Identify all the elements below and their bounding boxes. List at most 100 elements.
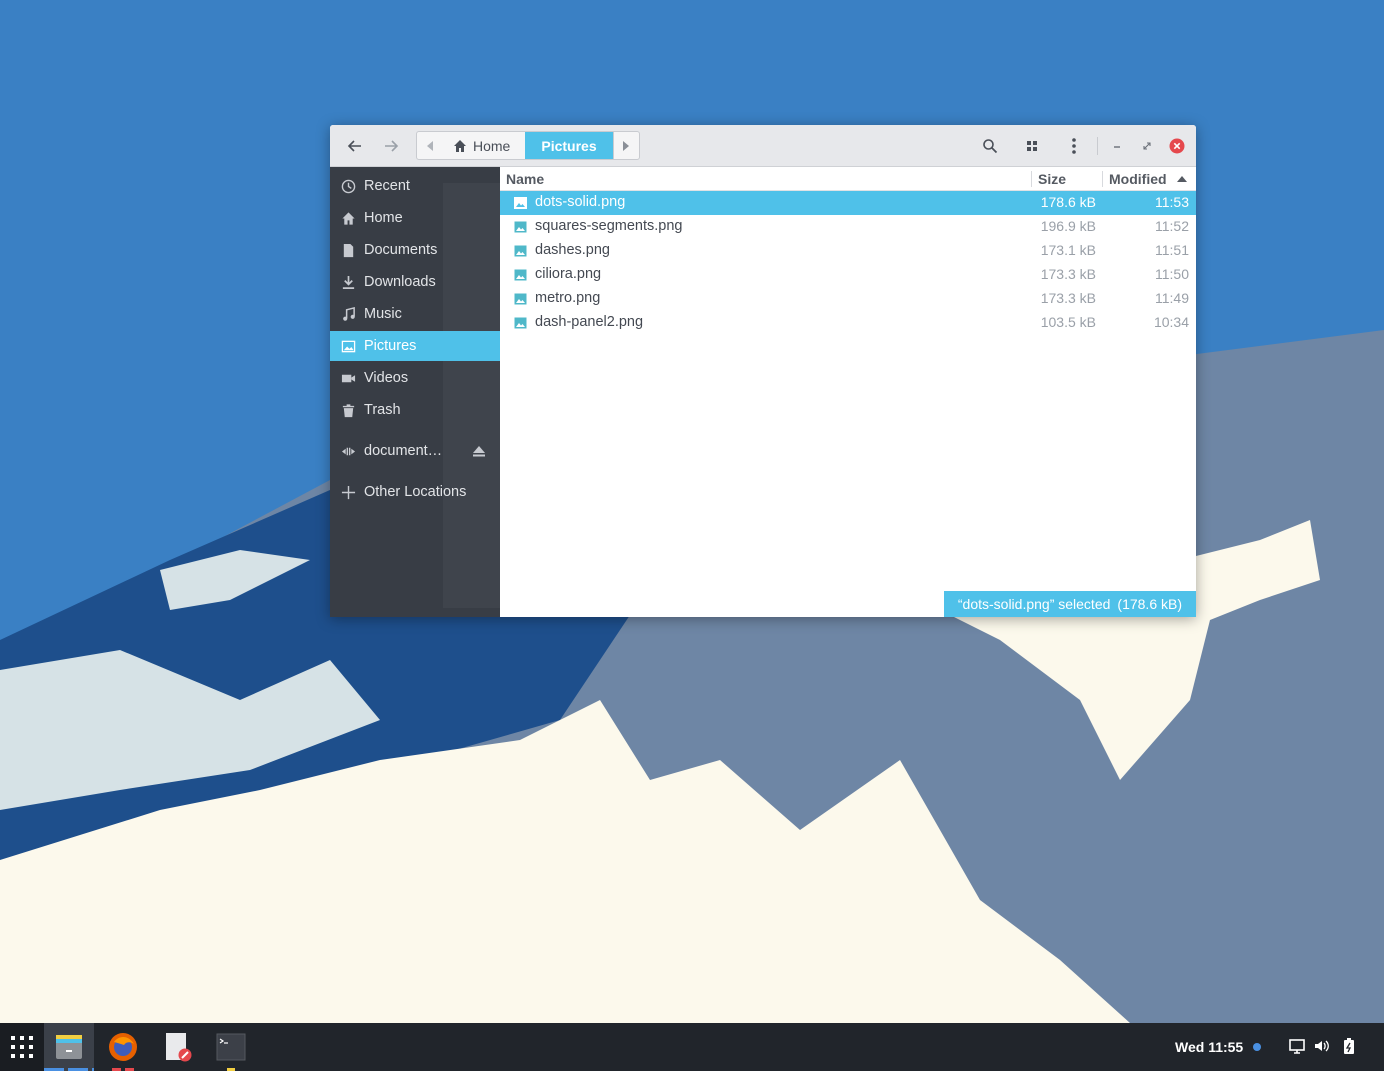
sort-ascending-icon [1177,176,1187,182]
column-header-name[interactable]: Name [506,171,544,187]
battery-icon[interactable] [1340,1037,1358,1055]
app-launcher-button[interactable] [0,1023,44,1071]
file-size: 173.1 kB [1040,242,1096,258]
selection-status-bar: “dots-solid.png” selected (178.6 kB) [943,591,1196,617]
pathbar: Home Pictures [416,131,640,160]
file-size: 196.9 kB [1040,218,1096,234]
network-drive-icon [340,443,356,459]
sidebar-item-recent[interactable]: Recent [330,171,500,201]
file-manager-icon [56,1035,82,1059]
home-icon [340,210,356,226]
path-segment-pictures[interactable]: Pictures [525,132,613,159]
file-row[interactable]: dashes.png 173.1 kB 11:51 [500,239,1196,263]
sidebar-item-other-locations[interactable]: Other Locations [330,477,500,507]
close-button[interactable] [1164,134,1190,158]
file-manager-window: Home Pictures Recent Home Documents Down… [330,125,1196,617]
sidebar-item-videos[interactable]: Videos [330,363,500,393]
file-modified: 11:50 [1155,266,1189,282]
image-file-icon [514,317,527,329]
home-icon [454,139,466,152]
forward-button[interactable] [378,134,404,158]
picture-icon [340,338,356,354]
notification-dot [1253,1043,1261,1051]
sidebar-item-network-document[interactable]: document… [330,436,500,466]
download-icon [340,274,356,290]
column-header-size[interactable]: Size [1038,171,1066,187]
view-toggle-button[interactable] [1019,134,1045,158]
sidebar-item-label: Videos [364,370,409,386]
music-icon [340,306,356,322]
column-separator [1102,171,1103,187]
back-button[interactable] [342,134,368,158]
kebab-menu-icon [1072,138,1076,154]
headerbar-separator [1097,137,1098,155]
file-name: dots-solid.png [535,194,626,210]
caret-right-icon [623,140,630,151]
display-icon[interactable] [1288,1037,1306,1055]
places-sidebar: Recent Home Documents Downloads Music Pi… [330,167,500,617]
file-size: 103.5 kB [1040,314,1096,330]
pathbar-scroll-left[interactable] [417,132,443,159]
menu-button[interactable] [1061,134,1087,158]
arrow-left-icon [347,140,361,152]
caret-left-icon [427,140,433,151]
status-text: “dots-solid.png” selected [957,596,1111,612]
eject-icon[interactable] [472,444,486,458]
sidebar-item-downloads[interactable]: Downloads [330,267,500,297]
minimize-button[interactable] [1104,134,1130,158]
taskbar-app-firefox[interactable] [98,1023,148,1071]
file-row[interactable]: metro.png 173.3 kB 11:49 [500,287,1196,311]
trash-icon [340,402,356,418]
taskbar-app-files[interactable] [44,1023,94,1071]
file-name: ciliora.png [535,266,602,282]
sidebar-item-label: Home [364,210,403,226]
text-editor-icon [166,1033,192,1062]
sidebar-item-documents[interactable]: Documents [330,235,500,265]
taskbar: Wed 11:55 [0,1023,1384,1071]
maximize-button[interactable] [1134,134,1160,158]
taskbar-app-text-editor[interactable] [152,1023,202,1071]
sidebar-item-label: Music [364,306,402,322]
sidebar-item-music[interactable]: Music [330,299,500,329]
file-modified: 11:51 [1155,242,1189,258]
file-list-view: Name Size Modified dots-solid.png 178.6 … [500,167,1196,617]
sidebar-item-label: Documents [364,242,438,258]
apps-grid-icon [11,1036,33,1058]
file-row[interactable]: dots-solid.png 178.6 kB 11:53 [500,191,1196,215]
pathbar-scroll-right[interactable] [612,132,639,159]
file-row[interactable]: squares-segments.png 196.9 kB 11:52 [500,215,1196,239]
sidebar-item-trash[interactable]: Trash [330,395,500,425]
file-row[interactable]: dash-panel2.png 103.5 kB 10:34 [500,311,1196,335]
taskbar-app-terminal[interactable] [206,1023,256,1071]
file-size: 173.3 kB [1040,290,1096,306]
search-button[interactable] [977,134,1003,158]
plus-icon [340,484,356,500]
arrow-right-icon [385,140,399,152]
close-icon [1169,138,1185,154]
path-segment-home[interactable]: Home [443,132,525,159]
sidebar-item-label: Recent [364,178,410,194]
path-segment-label: Home [473,137,511,154]
file-modified: 10:34 [1153,314,1189,330]
sidebar-item-home[interactable]: Home [330,203,500,233]
column-separator [1031,171,1032,187]
sidebar-item-label: document… [364,443,443,459]
clock-icon [340,178,356,194]
file-name: dash-panel2.png [535,314,644,330]
column-header-modified[interactable]: Modified [1109,171,1167,187]
path-segment-label: Pictures [541,137,597,154]
image-file-icon [514,245,527,257]
file-row[interactable]: ciliora.png 173.3 kB 11:50 [500,263,1196,287]
file-size: 178.6 kB [1040,194,1096,210]
grid-icon [1027,141,1037,151]
image-file-icon [514,197,527,209]
file-name: metro.png [535,290,601,306]
file-modified: 11:53 [1155,194,1189,210]
clock[interactable]: Wed 11:55 [1175,1039,1243,1055]
volume-icon[interactable] [1313,1037,1331,1055]
maximize-icon [1143,142,1151,150]
search-icon [983,139,998,154]
sidebar-item-pictures[interactable]: Pictures [330,331,500,361]
headerbar: Home Pictures [330,125,1196,167]
image-file-icon [514,269,527,281]
